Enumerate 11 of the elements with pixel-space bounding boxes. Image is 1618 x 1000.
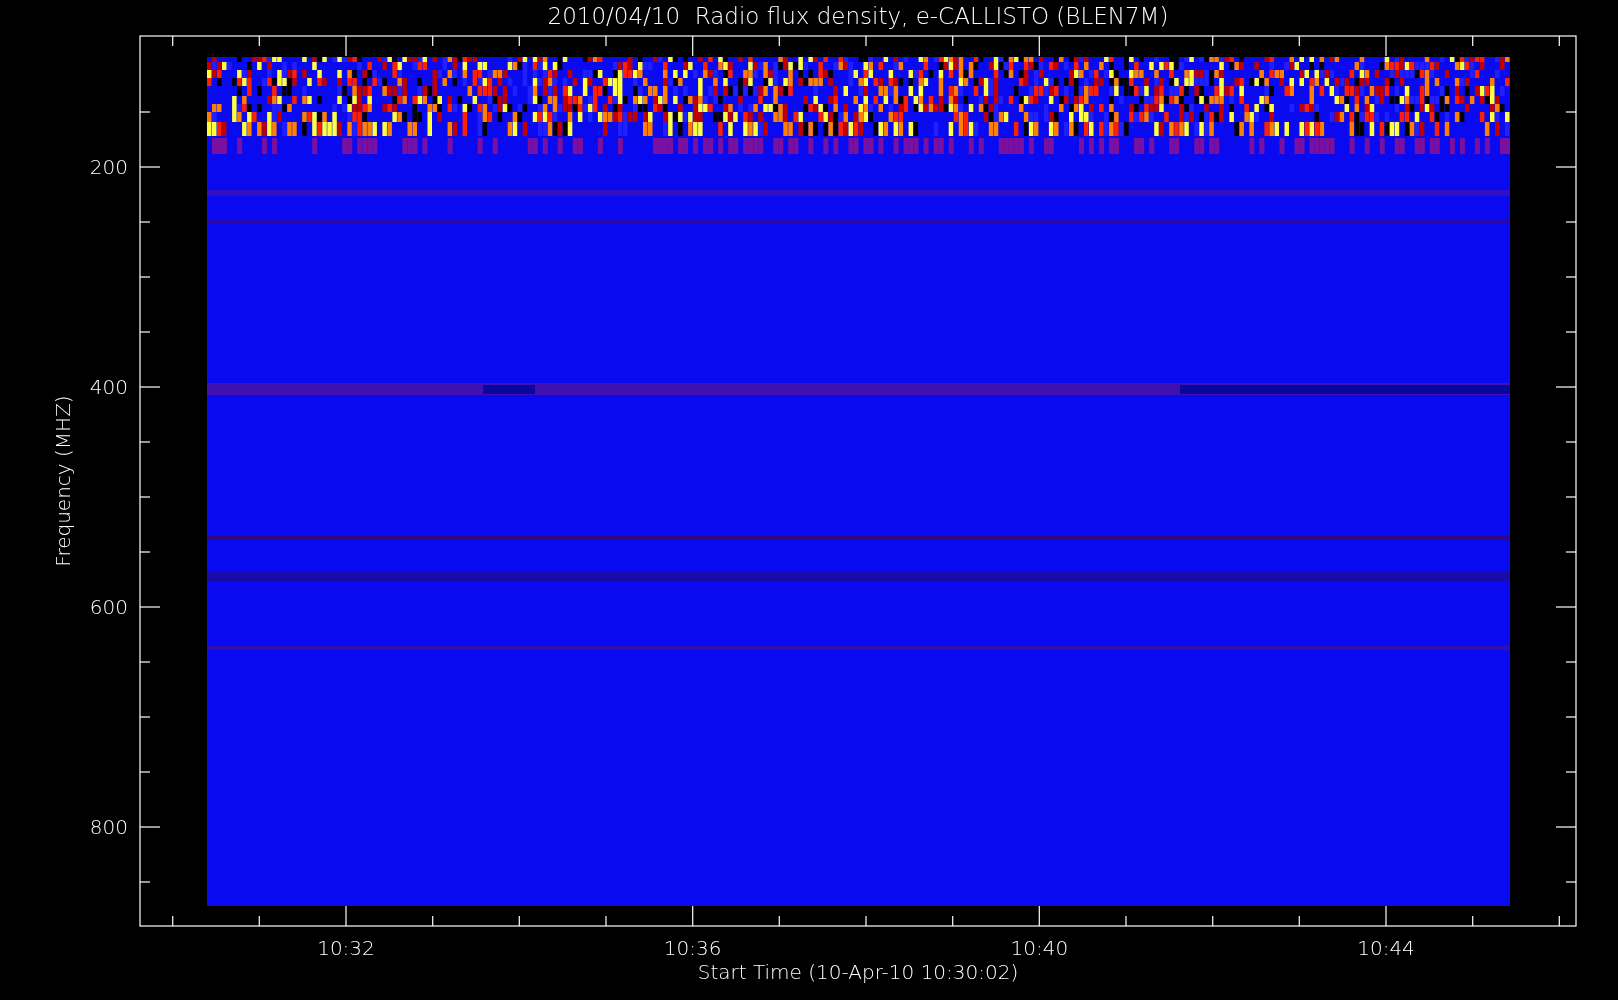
y-tick-label: 600 xyxy=(89,595,128,619)
y-axis-title: Frequency (MHZ) xyxy=(51,395,75,567)
x-tick-label: 10:36 xyxy=(663,936,722,960)
y-tick-label: 200 xyxy=(89,155,128,179)
x-axis-title: Start Time (10-Apr-10 10:30:02) xyxy=(697,960,1019,984)
y-tick-label: 400 xyxy=(89,375,128,399)
chart-title: 2010/04/10 Radio flux density, e-CALLISTO (BLEN7M) xyxy=(547,3,1169,29)
x-tick-label: 10:44 xyxy=(1357,936,1415,960)
y-tick-label: 800 xyxy=(89,815,128,839)
x-tick-label: 10:32 xyxy=(317,936,375,960)
x-tick-label: 10:40 xyxy=(1010,936,1069,960)
